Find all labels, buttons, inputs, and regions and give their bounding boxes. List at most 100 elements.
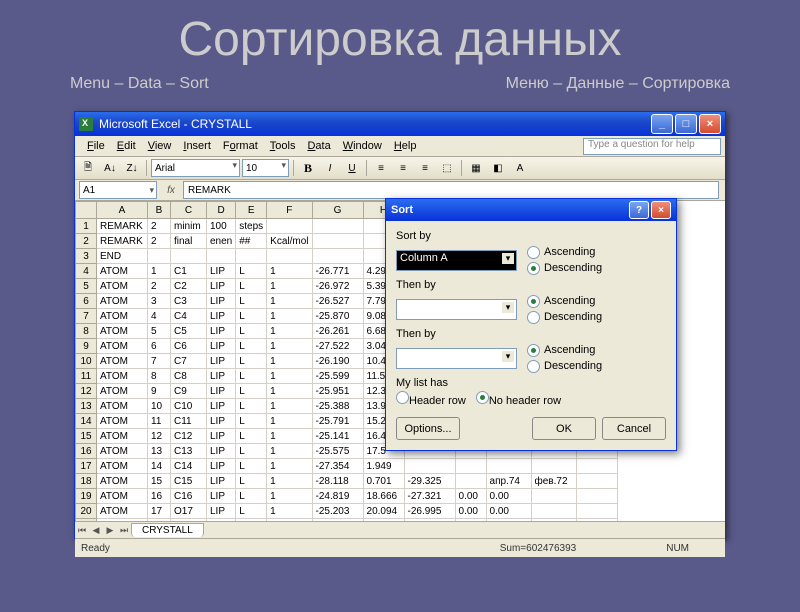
cell[interactable]: 0.00 — [486, 519, 531, 522]
cell[interactable]: -26.995 — [404, 504, 455, 519]
cell[interactable]: ATOM — [97, 504, 148, 519]
sort1-desc-radio[interactable] — [527, 262, 540, 275]
cell[interactable]: 0.00 — [455, 489, 486, 504]
font-color-icon[interactable]: A — [510, 158, 530, 178]
row-header[interactable]: 19 — [76, 489, 97, 504]
cell[interactable]: 20.094 — [363, 504, 404, 519]
cell[interactable]: C3 — [171, 294, 207, 309]
cell[interactable]: REMARK — [97, 234, 148, 249]
cell[interactable]: LIP — [207, 384, 236, 399]
cell[interactable]: ATOM — [97, 414, 148, 429]
cell[interactable]: minim — [171, 219, 207, 234]
cell[interactable] — [576, 504, 617, 519]
row-header[interactable]: 15 — [76, 429, 97, 444]
row-header[interactable]: 21 — [76, 519, 97, 522]
cell[interactable]: Kcal/mol — [267, 234, 312, 249]
cell[interactable]: LIP — [207, 429, 236, 444]
cell[interactable]: ATOM — [97, 279, 148, 294]
row-header[interactable]: 17 — [76, 459, 97, 474]
font-size-combo[interactable]: 10 — [242, 159, 289, 177]
dialog-help-icon[interactable]: ? — [629, 201, 649, 219]
cell[interactable]: 18.690 — [363, 519, 404, 522]
cell[interactable]: L — [236, 414, 267, 429]
cell[interactable]: 1 — [267, 354, 312, 369]
cell[interactable]: ## — [236, 234, 267, 249]
cell[interactable]: C12 — [171, 429, 207, 444]
cell[interactable]: LIP — [207, 504, 236, 519]
cell[interactable]: 1 — [267, 399, 312, 414]
cell[interactable]: L — [236, 339, 267, 354]
cell[interactable]: 1.949 — [363, 459, 404, 474]
cell[interactable]: -25.951 — [312, 384, 363, 399]
cell[interactable]: LIP — [207, 324, 236, 339]
cell[interactable]: 12 — [148, 429, 171, 444]
cell[interactable]: 100 — [207, 219, 236, 234]
cell[interactable]: ATOM — [97, 399, 148, 414]
table-row[interactable]: 18ATOM15C15LIPL1-28.1180.701-29.325апр.7… — [76, 474, 618, 489]
sort1-asc-radio[interactable] — [527, 246, 540, 259]
menu-data[interactable]: Data — [301, 138, 336, 154]
cell[interactable]: 1 — [267, 429, 312, 444]
cell[interactable] — [312, 234, 363, 249]
cell[interactable]: 1 — [267, 324, 312, 339]
cell[interactable]: ATOM — [97, 339, 148, 354]
cell[interactable]: C8 — [171, 369, 207, 384]
cell[interactable]: C11 — [171, 414, 207, 429]
cell[interactable]: -25.599 — [312, 369, 363, 384]
cell[interactable]: 1 — [267, 444, 312, 459]
tab-nav-prev[interactable]: ◀ — [89, 523, 103, 537]
fill-icon[interactable]: ◧ — [488, 158, 508, 178]
row-header[interactable]: 10 — [76, 354, 97, 369]
cell[interactable]: C15 — [171, 474, 207, 489]
formula-input[interactable]: REMARK — [183, 181, 719, 199]
cell[interactable]: 4 — [148, 309, 171, 324]
cell[interactable]: LIP — [207, 309, 236, 324]
row-header[interactable]: 7 — [76, 309, 97, 324]
sort2-desc-radio[interactable] — [527, 311, 540, 324]
merge-icon[interactable]: ⬚ — [437, 158, 457, 178]
cell[interactable]: -24.819 — [312, 489, 363, 504]
cell[interactable]: -25.203 — [312, 504, 363, 519]
cell[interactable]: LIP — [207, 264, 236, 279]
cell[interactable]: 1 — [267, 459, 312, 474]
cell[interactable]: C16 — [171, 489, 207, 504]
cell[interactable]: -25.870 — [312, 309, 363, 324]
cell[interactable]: ATOM — [97, 384, 148, 399]
cell[interactable]: LIP — [207, 294, 236, 309]
cell[interactable]: 1 — [267, 489, 312, 504]
cell[interactable]: ATOM — [97, 489, 148, 504]
cell[interactable]: L — [236, 324, 267, 339]
col-header[interactable]: D — [207, 202, 236, 219]
row-header[interactable]: 9 — [76, 339, 97, 354]
cell[interactable]: 1 — [267, 474, 312, 489]
cell[interactable]: -26.190 — [312, 354, 363, 369]
cell[interactable]: C2 — [171, 279, 207, 294]
row-header[interactable]: 11 — [76, 369, 97, 384]
cell[interactable]: 0.00 — [455, 504, 486, 519]
col-header[interactable]: C — [171, 202, 207, 219]
cell[interactable]: C10 — [171, 399, 207, 414]
cell[interactable]: ATOM — [97, 324, 148, 339]
cell[interactable] — [207, 249, 236, 264]
cancel-button[interactable]: Cancel — [602, 417, 666, 440]
cell[interactable] — [576, 489, 617, 504]
cell[interactable]: -25.141 — [312, 429, 363, 444]
dialog-close-icon[interactable]: × — [651, 201, 671, 219]
cell[interactable]: ATOM — [97, 474, 148, 489]
cell[interactable]: C6 — [171, 339, 207, 354]
cell[interactable]: ATOM — [97, 444, 148, 459]
cell[interactable]: 11 — [148, 414, 171, 429]
cell[interactable] — [486, 459, 531, 474]
menu-file[interactable]: File — [81, 138, 111, 154]
bold-button[interactable]: B — [298, 158, 318, 178]
cell[interactable]: -25.575 — [312, 444, 363, 459]
close-button[interactable]: × — [699, 114, 721, 134]
col-header[interactable]: E — [236, 202, 267, 219]
tab-nav-next[interactable]: ▶ — [103, 523, 117, 537]
cell[interactable]: L — [236, 354, 267, 369]
cell[interactable] — [236, 249, 267, 264]
cell[interactable]: L — [236, 459, 267, 474]
italic-button[interactable]: I — [320, 158, 340, 178]
cell[interactable]: ATOM — [97, 354, 148, 369]
row-header[interactable]: 13 — [76, 399, 97, 414]
